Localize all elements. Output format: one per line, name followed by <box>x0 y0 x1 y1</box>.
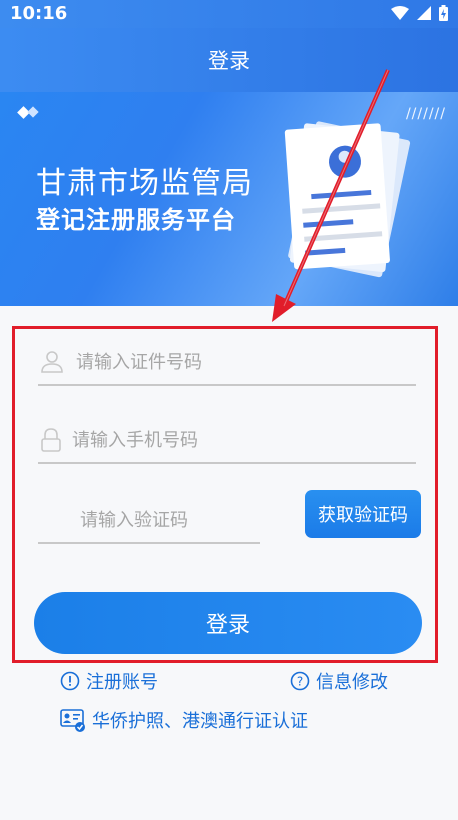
verification-code-field[interactable]: 请输入验证码 <box>38 494 260 544</box>
user-icon <box>41 351 63 373</box>
diamond-decoration-icon <box>17 106 39 119</box>
lock-icon <box>41 428 61 452</box>
id-number-placeholder: 请输入证件号码 <box>76 352 202 373</box>
overseas-auth-link-label: 华侨护照、港澳通行证认证 <box>92 711 308 732</box>
phone-field[interactable]: 请输入手机号码 <box>38 414 416 464</box>
signal-icon <box>417 6 431 20</box>
login-button[interactable]: 登录 <box>34 592 422 654</box>
modify-info-link-label: 信息修改 <box>316 672 388 693</box>
register-link[interactable]: 注册账号 <box>60 668 158 694</box>
login-screen: 10:16 登录 /////// 甘肃市场监管局 登记注册服务平台 请输入证件号… <box>0 0 458 820</box>
svg-text:?: ? <box>297 675 303 689</box>
modify-info-link[interactable]: ? 信息修改 <box>290 668 388 694</box>
overseas-auth-link[interactable]: 华侨护照、港澳通行证认证 <box>60 707 308 733</box>
banner-subtitle: 登记注册服务平台 <box>36 206 236 234</box>
id-number-field[interactable]: 请输入证件号码 <box>38 336 416 386</box>
wifi-icon <box>391 6 409 20</box>
status-time: 10:16 <box>10 3 68 24</box>
help-icon: ? <box>290 671 310 691</box>
verification-code-placeholder: 请输入验证码 <box>80 510 188 531</box>
get-code-button[interactable]: 获取验证码 <box>305 490 421 538</box>
info-icon <box>60 671 80 691</box>
status-bar: 10:16 <box>0 0 458 28</box>
document-illustration-icon <box>284 121 411 278</box>
register-link-label: 注册账号 <box>86 672 158 693</box>
banner: /////// 甘肃市场监管局 登记注册服务平台 <box>0 92 458 306</box>
status-icons <box>391 5 448 21</box>
page-title: 登录 <box>208 49 250 73</box>
app-bar: 登录 <box>0 28 458 92</box>
id-card-icon <box>60 709 85 732</box>
banner-title: 甘肃市场监管局 <box>36 166 253 201</box>
phone-placeholder: 请输入手机号码 <box>72 430 198 451</box>
battery-icon <box>439 5 448 21</box>
